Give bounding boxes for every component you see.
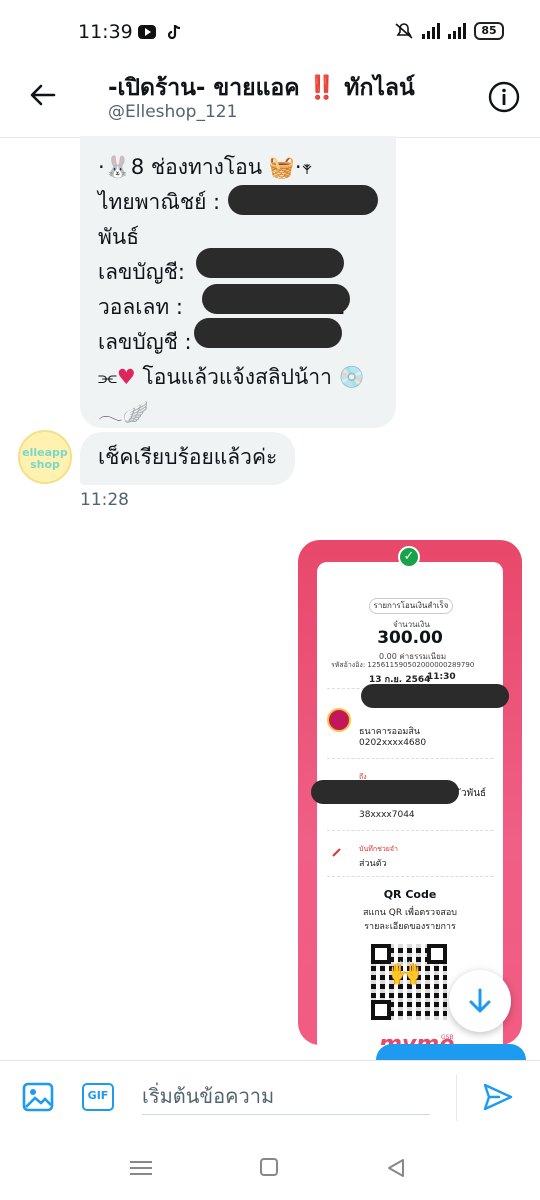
divider (327, 876, 493, 877)
status-indicators: 85 (394, 22, 504, 40)
mymo-logo-sub: GSB (441, 1034, 454, 1041)
redacted-block (361, 684, 509, 708)
slip-qr-subtitle: สแกน QR เพื่อตรวจสอบ รายละเอียดของรายการ (363, 908, 457, 932)
slip-to-suffix: ัวพันธ์ (461, 788, 487, 799)
system-nav-bar (0, 1140, 540, 1200)
message-input[interactable] (142, 1077, 430, 1115)
redacted-block (311, 780, 459, 804)
conversation-title[interactable]: -เปิดร้าน- ขายแอค ‼️ ทักไลน์ (108, 70, 468, 106)
slip-from-bank: ธนาคารออมสิน (359, 727, 420, 737)
recent-apps-icon[interactable] (130, 1160, 152, 1176)
info-icon[interactable] (487, 80, 521, 114)
message-timestamp: 11:28 (80, 490, 129, 510)
redacted-block (196, 248, 344, 278)
divider (327, 830, 493, 831)
slip-time: 11:30 (427, 672, 456, 682)
send-icon[interactable] (482, 1081, 514, 1113)
divider (327, 758, 493, 759)
message-line: 𓂃🪽 (98, 400, 149, 424)
check-icon: ✓ (398, 546, 420, 568)
avatar[interactable]: elleapp shop (18, 430, 72, 484)
home-icon[interactable] (260, 1158, 278, 1176)
qr-finder (427, 944, 447, 964)
slip-to-account: 38xxxx7044 (359, 810, 415, 820)
tiktok-icon (167, 25, 181, 39)
redacted-block (202, 284, 350, 314)
message-line: ·🐰8 ช่องทางโอน 🧺·𖥧 (98, 155, 313, 179)
message-line: ⫘♥ โอนแล้วแจ้งสลิปน้าา 💿 (98, 365, 365, 389)
status-time: 11:39 (78, 21, 133, 43)
slip-note: ส่วนตัว (359, 859, 387, 869)
compose-bar: GIF (0, 1060, 540, 1140)
arrow-down-icon (469, 988, 491, 1013)
slip-status-tag: รายการโอนเงินสำเร็จ (369, 598, 453, 614)
slip-note-label: บันทึกช่วยจำ (359, 845, 398, 853)
sent-image-slip[interactable]: รายการโอนเงินสำเร็จ จำนวนเงิน 300.00 0.0… (298, 540, 522, 1045)
hands-emoji-icon: 🙌 (389, 958, 422, 988)
youtube-icon (138, 25, 156, 39)
conversation-handle[interactable]: @Elleshop_121 (108, 102, 237, 122)
scroll-to-bottom-button[interactable] (449, 970, 511, 1032)
pencil-icon (332, 848, 341, 857)
redacted-block (194, 318, 342, 348)
signal-icon (422, 23, 440, 39)
incoming-message-confirm[interactable]: เช็คเรียบร้อยแล้วค่ะ (80, 432, 296, 485)
system-back-icon[interactable] (386, 1158, 406, 1178)
redacted-block (228, 185, 378, 215)
signal-4g-icon (448, 23, 466, 39)
slip-ref: รหัสอ้างอิง: 125611590502000000289790 (331, 661, 475, 669)
heart-icon: ♥ (116, 365, 136, 389)
incoming-message-payment[interactable]: ·🐰8 ช่องทางโอน 🧺·𖥧 ไทยพาณิชย์ : พันธ์ เล… (80, 136, 396, 428)
gif-button[interactable]: GIF (82, 1083, 114, 1111)
slip-from-account: 0202xxxx4680 (359, 738, 427, 748)
divider (456, 1075, 457, 1121)
status-bar: 11:39 85 (0, 0, 540, 60)
slip-qr-title: QR Code (383, 888, 437, 901)
image-icon[interactable] (22, 1081, 54, 1113)
bank-logo-icon (327, 708, 351, 732)
back-arrow-icon[interactable] (28, 80, 58, 110)
qr-finder (371, 1000, 391, 1020)
battery-icon: 85 (474, 22, 504, 40)
conversation-header: -เปิดร้าน- ขายแอค ‼️ ทักไลน์ @Elleshop_1… (0, 60, 540, 138)
slip-amount: 300.00 (377, 628, 443, 648)
qr-finder (371, 944, 391, 964)
mute-icon (395, 23, 413, 39)
